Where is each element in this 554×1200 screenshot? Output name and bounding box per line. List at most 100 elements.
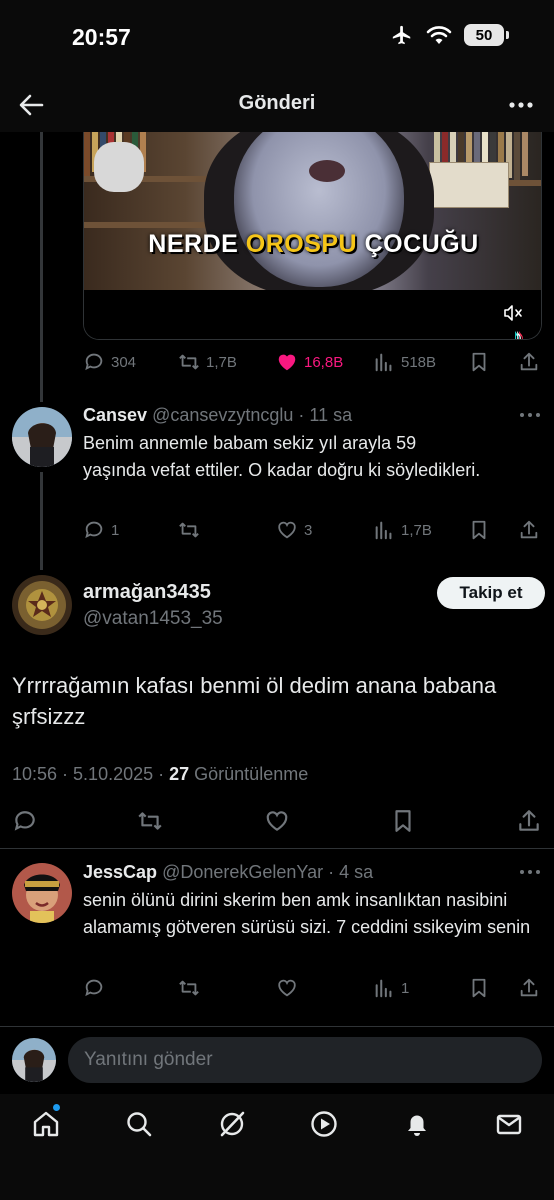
mute-icon[interactable] <box>503 304 523 322</box>
share-action[interactable] <box>518 977 540 999</box>
person-mouth <box>309 160 345 182</box>
heart-filled-icon <box>278 354 296 371</box>
repost-action[interactable] <box>178 977 200 999</box>
wifi-icon <box>426 26 452 44</box>
share-icon <box>520 978 538 997</box>
views-icon <box>375 521 392 540</box>
grok-icon[interactable] <box>217 1109 247 1139</box>
avatar-photo <box>12 407 72 467</box>
avatar[interactable] <box>12 863 72 923</box>
my-avatar[interactable] <box>12 1038 56 1082</box>
follow-button[interactable]: Takip et <box>437 577 545 609</box>
reply-icon <box>85 353 103 371</box>
display-name[interactable]: Cansev <box>83 405 147 425</box>
views-count: 1 <box>401 979 410 997</box>
more-options-icon[interactable] <box>506 90 536 120</box>
reply-text: senin ölünü dirini skerim ben amk insanl… <box>83 890 531 937</box>
header: Gönderi <box>0 76 554 132</box>
username[interactable]: @cansevzytncglu <box>152 405 293 425</box>
tiktok-logo-icon: ♪ <box>512 324 523 340</box>
more-options-icon[interactable] <box>518 867 542 877</box>
more-options-icon[interactable] <box>518 410 542 420</box>
share-icon[interactable] <box>516 808 542 834</box>
bookmark-action[interactable] <box>468 519 490 541</box>
like-count: 16,8B <box>304 353 344 371</box>
mail-icon[interactable] <box>494 1109 524 1139</box>
tweet-meta: 10:56 · 5.10.2025 · 27 Görüntülenme <box>12 764 308 785</box>
bookmark-icon <box>472 520 486 540</box>
like-action[interactable]: 3 <box>276 519 312 541</box>
repost-action[interactable] <box>178 519 200 541</box>
divider <box>0 1026 554 1027</box>
person-face <box>234 132 404 287</box>
status-bar: 20:57 50 <box>0 0 554 76</box>
bell-icon[interactable] <box>402 1109 432 1139</box>
avatar[interactable] <box>12 575 72 635</box>
username[interactable]: @DonerekGelenYar <box>162 862 323 882</box>
video-caption: NERDE OROSPU ÇOCUĞU <box>84 230 541 259</box>
reply-header: Cansev @cansevzytncglu · 11 sa <box>83 405 352 426</box>
bookmark-action[interactable] <box>468 351 490 373</box>
bookmark-icon <box>472 352 486 372</box>
share-action[interactable] <box>518 351 540 373</box>
reply-text: Benim annemle babam sekiz yıl arayla 59 … <box>83 433 481 480</box>
repost-icon <box>179 522 199 538</box>
like-count: 3 <box>304 521 313 539</box>
post-time: · 4 sa <box>328 862 374 882</box>
avatar-photo <box>12 863 72 923</box>
tweet-timestamp: 10:56 · 5.10.2025 · <box>12 764 170 784</box>
reply-action[interactable] <box>83 977 105 999</box>
share-icon <box>520 352 538 371</box>
views-count[interactable]: 27 <box>169 764 189 784</box>
views-action[interactable]: 518B <box>373 351 436 373</box>
share-action[interactable] <box>518 519 540 541</box>
username[interactable]: @vatan1453_35 <box>83 608 223 630</box>
avatar-emblem <box>12 575 72 635</box>
avatar-photo <box>12 1038 56 1082</box>
like-action[interactable] <box>276 977 298 999</box>
reply-icon <box>85 979 103 997</box>
repost-icon[interactable] <box>137 808 163 834</box>
reply-icon <box>85 521 103 539</box>
reply-header: JessCap @DonerekGelenYar · 4 sa <box>83 862 373 883</box>
reply-action[interactable]: 1 <box>83 519 119 541</box>
reply-input[interactable]: Yanıtını gönder <box>68 1037 542 1083</box>
bookmark-icon <box>472 978 486 998</box>
repost-action[interactable]: 1,7B <box>178 351 237 373</box>
thread-line <box>40 132 43 402</box>
like-action[interactable]: 16,8B <box>276 351 343 373</box>
battery-indicator: 50 <box>464 24 509 46</box>
views-count: 518B <box>401 353 437 371</box>
views-action[interactable]: 1,7B <box>373 519 432 541</box>
reply-action[interactable]: 304 <box>83 351 136 373</box>
thread-line <box>40 472 43 570</box>
figurine <box>94 142 144 192</box>
bookmark-action[interactable] <box>468 977 490 999</box>
post-time: · 11 sa <box>298 405 353 425</box>
video-player[interactable]: NERDE OROSPU ÇOCUĞU ♪ <box>83 132 542 340</box>
home-icon[interactable] <box>31 1109 61 1139</box>
reply-count: 1 <box>111 521 120 539</box>
views-label: Görüntülenme <box>189 764 309 784</box>
avatar[interactable] <box>12 407 72 467</box>
airplane-icon <box>392 25 411 45</box>
status-icons: 50 <box>390 24 509 46</box>
repost-icon <box>179 980 199 996</box>
video-play-icon[interactable] <box>309 1109 339 1139</box>
heart-icon <box>278 521 296 539</box>
search-icon[interactable] <box>124 1109 154 1139</box>
share-icon <box>520 520 538 539</box>
repost-icon <box>179 354 199 370</box>
views-count: 1,7B <box>401 521 432 539</box>
video-thumbnail: NERDE OROSPU ÇOCUĞU <box>84 132 541 290</box>
views-icon <box>375 979 392 998</box>
views-action[interactable]: 1 <box>373 977 409 999</box>
reply-icon[interactable] <box>12 808 38 834</box>
heart-icon[interactable] <box>264 808 290 834</box>
page-title: Gönderi <box>238 92 316 114</box>
tweet-text: Yrrrrağamın kafası benmi öl dedim anana … <box>12 673 497 729</box>
display-name[interactable]: JessCap <box>83 862 157 882</box>
display-name[interactable]: armağan3435 <box>83 581 211 604</box>
caption-text: ÇOCUĞU <box>357 230 479 258</box>
bookmark-icon[interactable] <box>390 808 416 834</box>
